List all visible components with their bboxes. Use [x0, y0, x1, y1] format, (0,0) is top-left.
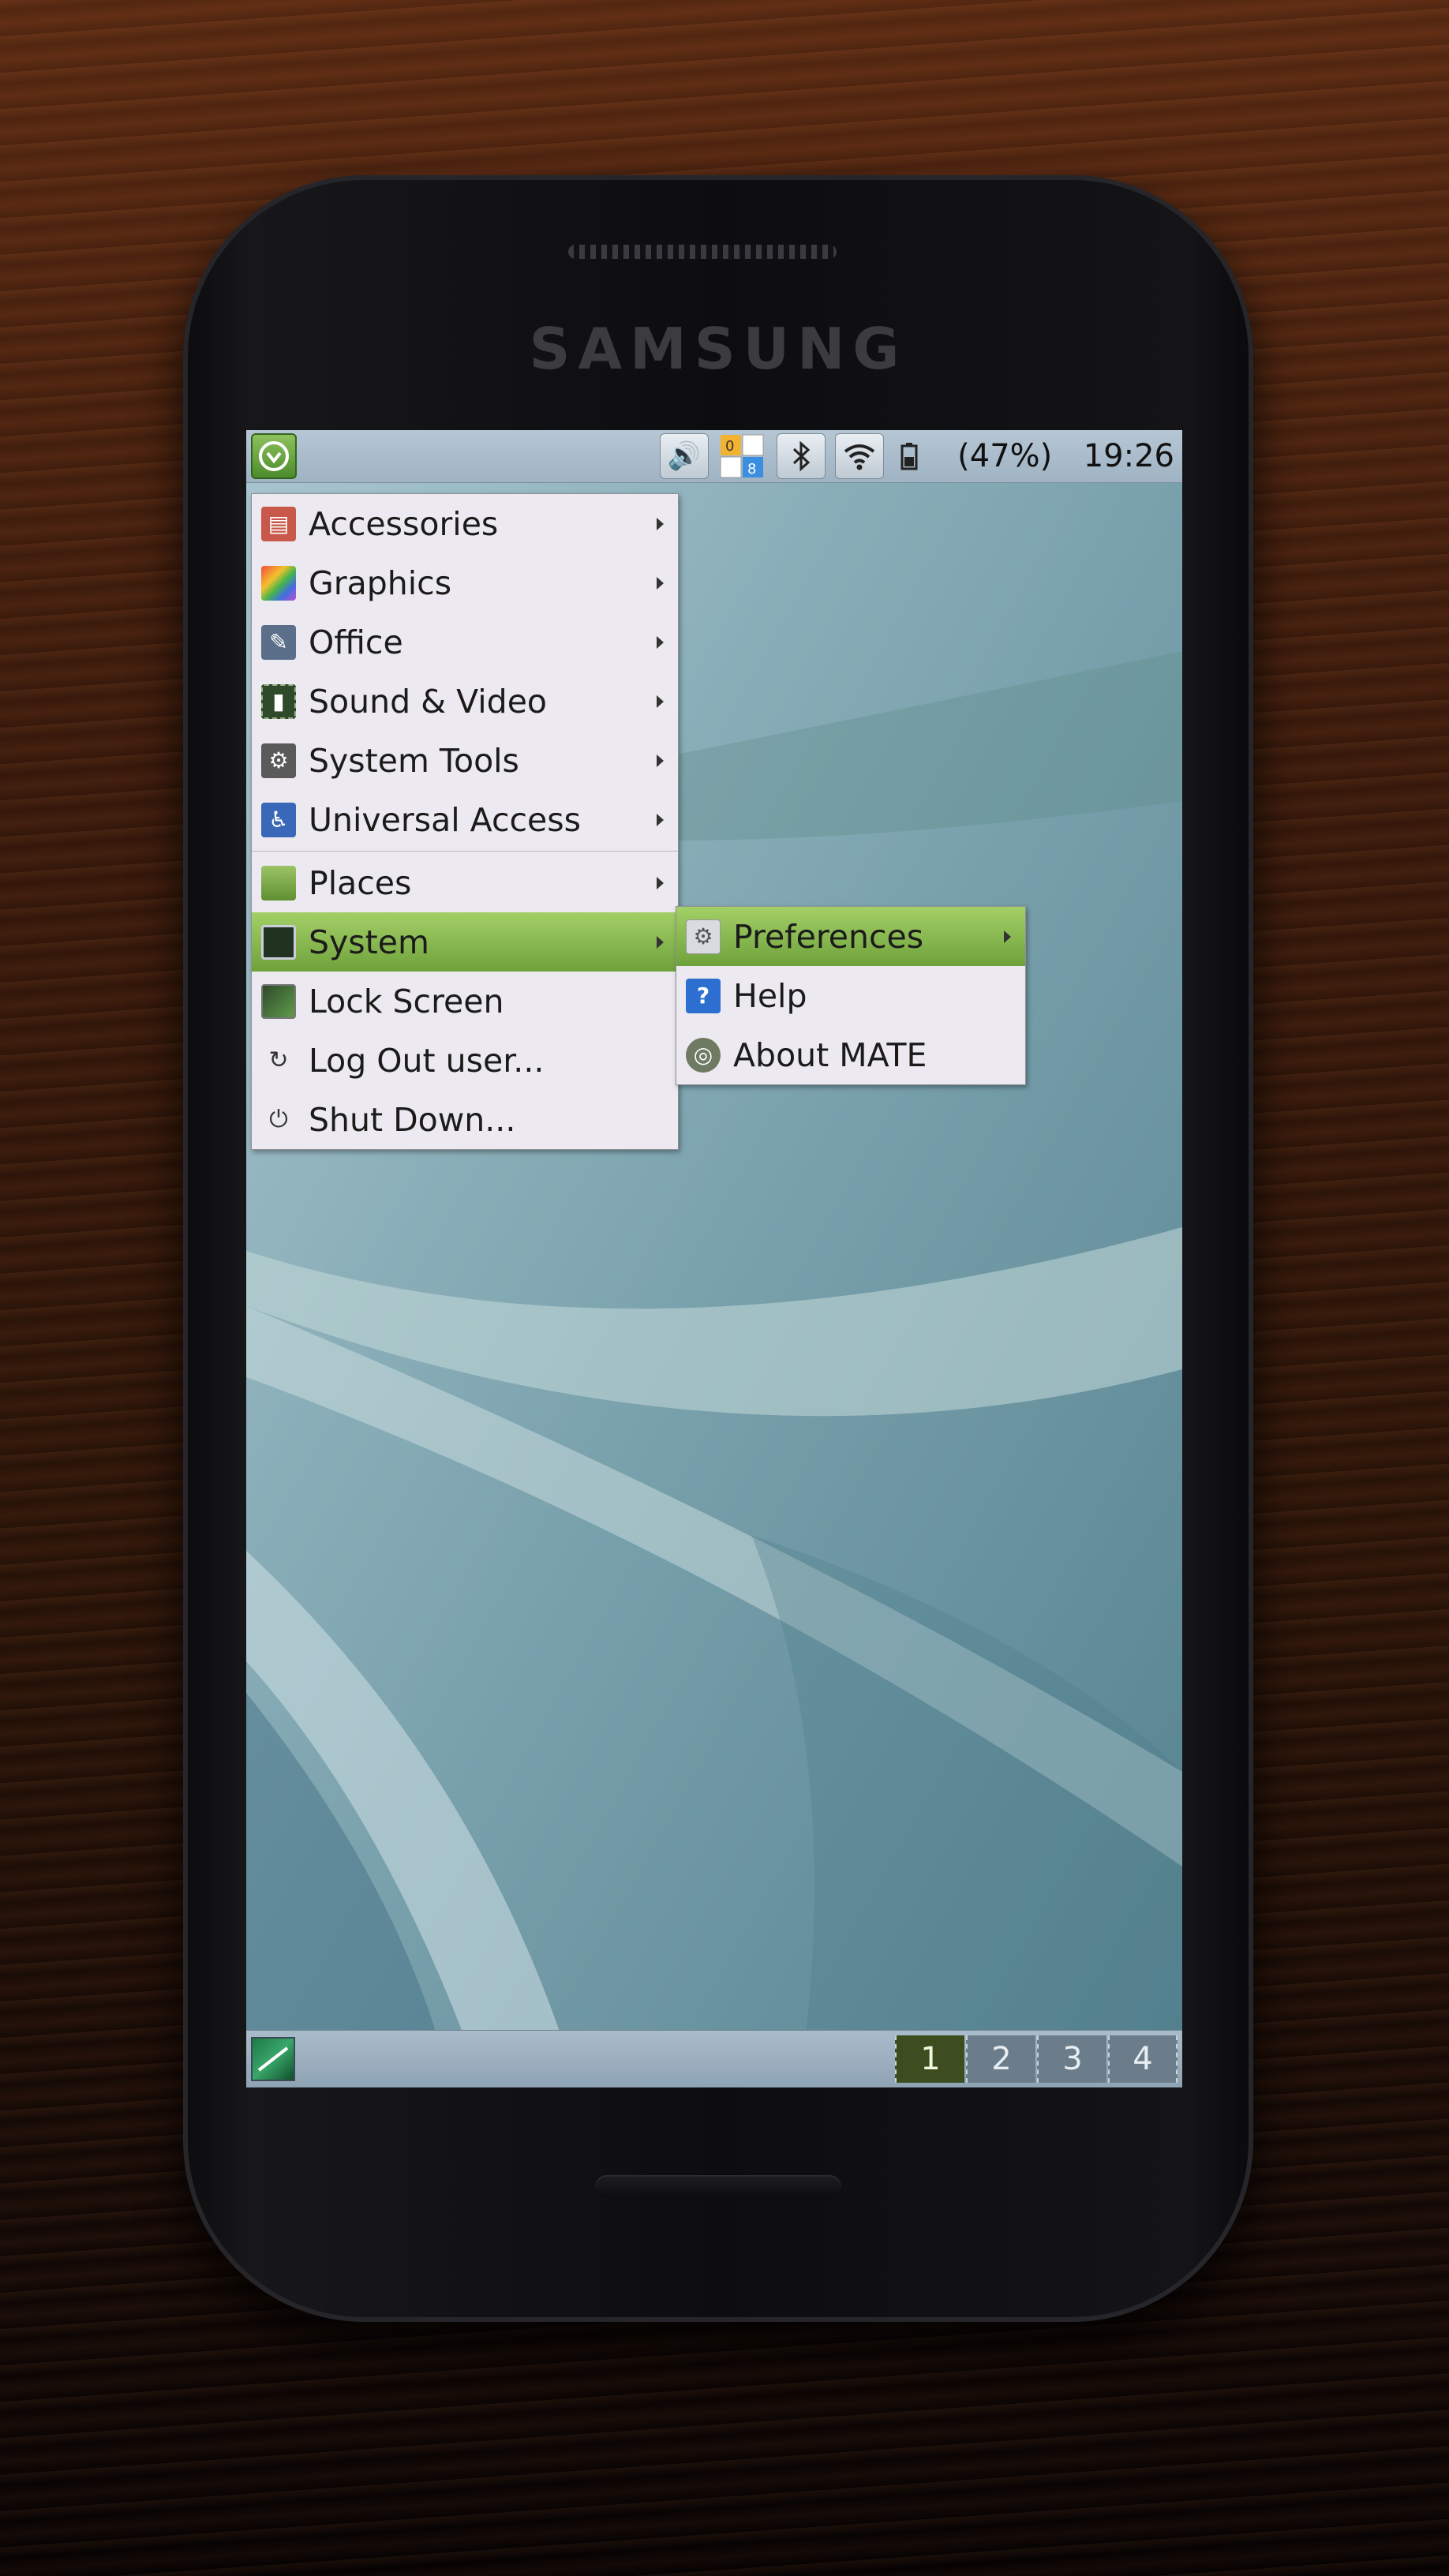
- menu-item-label: Graphics: [309, 564, 452, 602]
- submenu-arrow-icon: [657, 754, 664, 767]
- submenu-item-help[interactable]: ? Help: [676, 966, 1025, 1025]
- submenu-arrow-icon: [657, 876, 664, 889]
- menu-item-label: System Tools: [309, 741, 519, 780]
- workspace-1[interactable]: 1: [895, 2035, 964, 2083]
- system-submenu: ⚙ Preferences ? Help ◎ About MATE: [676, 906, 1026, 1085]
- bottom-panel: 1 2 3 4: [246, 2030, 1182, 2087]
- submenu-arrow-icon: [1004, 930, 1011, 943]
- computer-icon: [261, 924, 296, 960]
- power-icon: ⏻: [269, 1106, 288, 1133]
- top-panel: 🔊 0 8 (47%) 19:26: [246, 430, 1182, 483]
- menu-item-graphics[interactable]: Graphics: [252, 553, 678, 612]
- menu-item-log-out[interactable]: ↻ Log Out user...: [252, 1031, 678, 1090]
- show-desktop-icon: [257, 2046, 289, 2072]
- wifi-button[interactable]: [835, 433, 884, 479]
- preferences-icon: ⚙: [686, 919, 721, 954]
- workspace-label: 4: [1133, 2041, 1153, 2077]
- earpiece-speaker: [568, 245, 837, 259]
- menu-item-office[interactable]: ✎ Office: [252, 612, 678, 672]
- menu-item-shut-down[interactable]: ⏻ Shut Down...: [252, 1090, 678, 1149]
- show-desktop-button[interactable]: [251, 2037, 295, 2081]
- volume-icon: 🔊: [667, 440, 702, 472]
- submenu-arrow-icon: [657, 517, 664, 530]
- menu-item-label: Universal Access: [309, 800, 581, 839]
- menu-item-label: Shut Down...: [309, 1100, 516, 1139]
- menu-item-label: Places: [309, 863, 412, 902]
- submenu-item-label: Preferences: [733, 917, 924, 956]
- wifi-icon: [844, 444, 875, 470]
- clock-area[interactable]: (47%) 19:26: [957, 430, 1174, 482]
- phone-screen: 🔊 0 8 (47%) 19:26 ▤ Accessories Graphics…: [246, 430, 1182, 2087]
- menu-item-places[interactable]: Places: [252, 853, 678, 912]
- workspace-4[interactable]: 4: [1108, 2035, 1178, 2083]
- notification-applet[interactable]: 0 8: [718, 433, 767, 479]
- bluetooth-button[interactable]: [777, 433, 826, 479]
- menu-item-universal-access[interactable]: ♿ Universal Access: [252, 790, 678, 849]
- submenu-item-about-mate[interactable]: ◎ About MATE: [676, 1025, 1025, 1084]
- notification-count-top: 0: [725, 438, 734, 455]
- menu-item-system-tools[interactable]: ⚙ System Tools: [252, 731, 678, 790]
- applications-menu: ▤ Accessories Graphics ✎ Office ▮ Sound …: [251, 493, 679, 1150]
- menu-item-label: Sound & Video: [309, 682, 548, 721]
- submenu-arrow-icon: [657, 576, 664, 590]
- menu-item-accessories[interactable]: ▤ Accessories: [252, 494, 678, 553]
- clock-time: 19:26: [1083, 438, 1174, 474]
- menu-item-system[interactable]: System: [252, 912, 678, 972]
- workspace-2[interactable]: 2: [966, 2035, 1035, 2083]
- mate-logo-icon: [259, 441, 289, 471]
- workspace-3[interactable]: 3: [1037, 2035, 1106, 2083]
- lock-screen-icon: [261, 983, 296, 1019]
- folder-icon: [261, 865, 296, 900]
- bluetooth-icon: [792, 440, 811, 472]
- battery-percentage: (47%): [957, 438, 1053, 474]
- menu-item-label: Office: [309, 623, 403, 661]
- menu-item-label: Lock Screen: [309, 982, 504, 1020]
- workspace-label: 3: [1062, 2041, 1083, 2077]
- volume-button[interactable]: 🔊: [660, 433, 709, 479]
- battery-icon: [900, 443, 918, 470]
- submenu-item-label: Help: [733, 976, 807, 1015]
- logout-icon: ↻: [268, 1046, 289, 1074]
- sound-video-icon: ▮: [261, 683, 296, 719]
- submenu-item-label: About MATE: [733, 1035, 927, 1074]
- system-tools-icon: ⚙: [261, 743, 296, 778]
- menu-separator: [252, 851, 678, 852]
- mate-logo-icon: ◎: [686, 1037, 721, 1073]
- submenu-item-preferences[interactable]: ⚙ Preferences: [676, 907, 1025, 966]
- graphics-icon: [261, 565, 296, 601]
- notification-count-bottom: 8: [747, 461, 756, 477]
- help-icon: ?: [686, 978, 721, 1013]
- home-button[interactable]: [595, 2175, 841, 2199]
- notification-count-icon: 0 8: [720, 434, 764, 478]
- submenu-arrow-icon: [657, 695, 664, 708]
- battery-button[interactable]: [893, 433, 925, 479]
- accessories-icon: ▤: [261, 506, 296, 541]
- universal-access-icon: ♿: [261, 802, 296, 837]
- menu-item-label: System: [309, 923, 429, 961]
- workspace-label: 1: [920, 2041, 941, 2077]
- workspace-label: 2: [991, 2041, 1012, 2077]
- submenu-arrow-icon: [657, 813, 664, 826]
- brand-logo: SAMSUNG: [529, 316, 908, 382]
- submenu-arrow-icon: [657, 935, 664, 949]
- menu-item-lock-screen[interactable]: Lock Screen: [252, 972, 678, 1031]
- menu-item-label: Accessories: [309, 504, 499, 543]
- menu-item-label: Log Out user...: [309, 1041, 545, 1080]
- menu-item-sound-video[interactable]: ▮ Sound & Video: [252, 672, 678, 731]
- office-icon: ✎: [261, 624, 296, 660]
- submenu-arrow-icon: [657, 635, 664, 649]
- mate-menu-button[interactable]: [251, 433, 297, 479]
